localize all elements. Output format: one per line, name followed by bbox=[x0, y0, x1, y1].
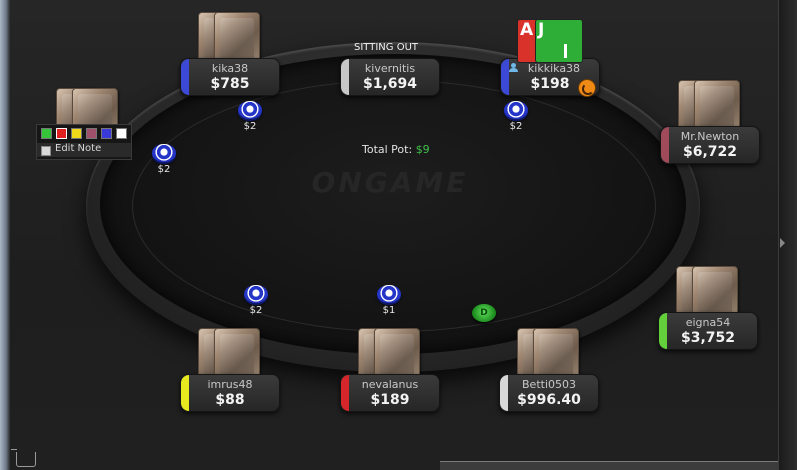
player-name: Mr.Newton bbox=[680, 130, 740, 143]
chip-icon bbox=[152, 144, 176, 162]
table-logo: ONGAME bbox=[311, 166, 469, 199]
player-stack: $785 bbox=[210, 76, 250, 92]
window-frame-left bbox=[0, 0, 10, 470]
note-color-white[interactable] bbox=[116, 128, 127, 139]
bet-amount: $2 bbox=[157, 164, 171, 175]
chip-icon bbox=[377, 285, 401, 303]
bet-kika38: $2 bbox=[234, 101, 268, 137]
player-stack: $88 bbox=[215, 392, 245, 408]
note-color-mauve[interactable] bbox=[86, 128, 97, 139]
player-stack: $189 bbox=[370, 392, 410, 408]
total-pot-value: $9 bbox=[415, 143, 430, 156]
player-stack: $1,694 bbox=[362, 76, 418, 92]
player-stack: $6,722 bbox=[682, 144, 738, 160]
bet-left-player: $2 bbox=[148, 144, 182, 180]
player-stack: $3,752 bbox=[680, 330, 736, 346]
player-name: Betti0503 bbox=[522, 378, 576, 391]
hero-hole-cards: A J bbox=[517, 19, 583, 63]
player-name: kika38 bbox=[211, 62, 249, 75]
player-plate[interactable]: kivernitis $1,694 bbox=[340, 58, 440, 96]
chip-icon bbox=[238, 101, 262, 119]
player-name: nevalanus bbox=[361, 378, 419, 391]
dealer-button: D bbox=[472, 304, 496, 322]
note-icon bbox=[41, 146, 51, 156]
player-note-tool[interactable]: Edit Note bbox=[36, 124, 132, 160]
sitting-out-label: SITTING OUT bbox=[354, 42, 418, 53]
player-name: imrus48 bbox=[207, 378, 253, 391]
card-rank: A bbox=[520, 20, 534, 40]
timer-icon bbox=[578, 79, 596, 97]
total-pot-label: Total Pot: bbox=[362, 143, 413, 156]
player-name: eigna54 bbox=[685, 316, 731, 329]
note-color-green[interactable] bbox=[41, 128, 52, 139]
bet-nevalanus: $1 bbox=[373, 285, 407, 321]
bet-amount: $2 bbox=[243, 121, 257, 132]
seat-kivernitis[interactable]: kivernitis $1,694 bbox=[340, 58, 440, 96]
bet-amount: $1 bbox=[382, 305, 396, 316]
total-pot: Total Pot: $9 bbox=[362, 143, 430, 156]
edit-note-label: Edit Note bbox=[55, 143, 102, 154]
note-color-yellow[interactable] bbox=[71, 128, 82, 139]
seat-nevalanus[interactable]: nevalanus $189 bbox=[340, 328, 440, 412]
club-suit-icon bbox=[564, 44, 567, 58]
seat-betti0503[interactable]: Betti0503 $996.40 bbox=[499, 328, 599, 412]
player-plate[interactable]: kika38 $785 bbox=[180, 58, 280, 96]
player-stack: $996.40 bbox=[517, 392, 581, 408]
edit-note-button[interactable]: Edit Note bbox=[37, 143, 131, 157]
chip-icon bbox=[244, 285, 268, 303]
card-rank: J bbox=[538, 20, 545, 40]
player-plate[interactable]: eigna54 $3,752 bbox=[658, 312, 758, 350]
bet-kikkika38: $2 bbox=[500, 101, 534, 137]
player-plate[interactable]: nevalanus $189 bbox=[340, 374, 440, 412]
poker-table-window: ONGAME SITTING OUT Total Pot: $9 kika38 … bbox=[0, 0, 797, 470]
player-plate[interactable]: Betti0503 $996.40 bbox=[499, 374, 599, 412]
bet-amount: $2 bbox=[249, 305, 263, 316]
user-icon bbox=[508, 63, 518, 73]
player-plate[interactable]: imrus48 $88 bbox=[180, 374, 280, 412]
note-color-blue[interactable] bbox=[101, 128, 112, 139]
seat-imrus48[interactable]: imrus48 $88 bbox=[180, 328, 280, 412]
cart-icon[interactable] bbox=[11, 449, 36, 467]
note-color-red[interactable] bbox=[56, 128, 67, 139]
seat-kika38[interactable]: kika38 $785 bbox=[180, 12, 280, 96]
bottom-action-bar bbox=[440, 461, 778, 470]
seat-eigna54[interactable]: eigna54 $3,752 bbox=[658, 266, 758, 350]
bet-imrus48: $2 bbox=[240, 285, 274, 321]
side-panel-toggle[interactable] bbox=[778, 0, 797, 470]
player-plate[interactable]: Mr.Newton $6,722 bbox=[660, 126, 760, 164]
player-name: kivernitis bbox=[364, 62, 416, 75]
chip-icon bbox=[504, 101, 528, 119]
expand-arrow-icon[interactable] bbox=[780, 238, 785, 248]
seat-mrnewton[interactable]: Mr.Newton $6,722 bbox=[660, 80, 760, 164]
bet-amount: $2 bbox=[509, 121, 523, 132]
hero-card-jack: J bbox=[535, 19, 583, 63]
